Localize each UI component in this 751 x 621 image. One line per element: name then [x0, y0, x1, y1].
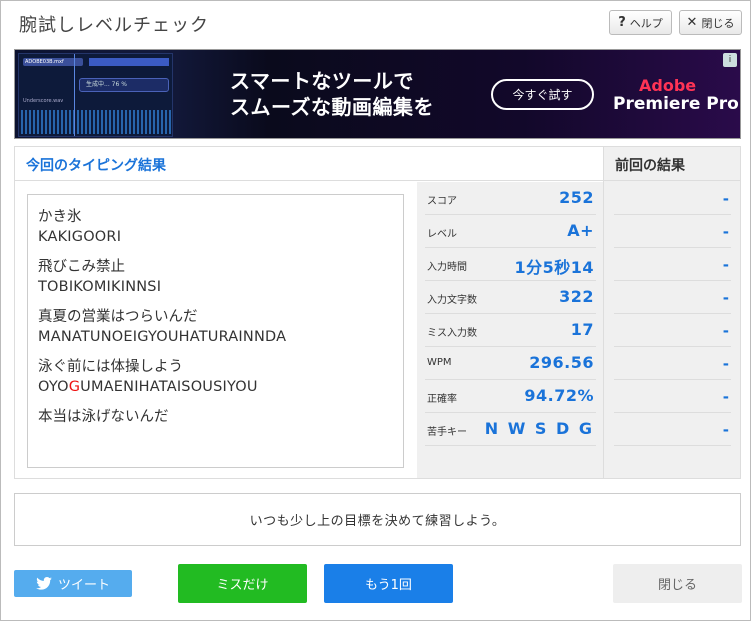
prev-value: - [722, 256, 729, 274]
previous-result-title: 前回の結果 [615, 158, 685, 174]
stat-value: 17 [570, 320, 594, 339]
prev-row: - [614, 215, 731, 248]
ad-headline: スマートなツールで スムーズな動画編集を [230, 68, 434, 120]
ad-brand-adobe: Adobe [639, 76, 697, 95]
stat-label: レベル [427, 229, 457, 240]
stat-value: 322 [559, 287, 594, 306]
stat-label: スコア [427, 196, 457, 207]
ad-headline-line1: スマートなツールで [230, 69, 414, 93]
ad-thumb-progress: 生成中... 76 % [79, 78, 169, 92]
close-header-button[interactable]: ✕ 閉じる [679, 10, 742, 35]
prev-row: - [614, 281, 731, 314]
prev-value: - [722, 322, 729, 340]
practice-misses-button[interactable]: ミスだけ [178, 564, 307, 603]
help-label: ヘルプ [629, 16, 663, 30]
question-icon: ? [618, 15, 626, 30]
word-romaji: OYOGUMAENIHATAISOUSIYOU [38, 377, 393, 397]
dialog-title: 腕試しレベルチェック [19, 15, 209, 36]
word-jp: 本当は泳げないんだ [38, 409, 169, 425]
prev-row: - [614, 314, 731, 347]
word-romaji: KAKIGOORI [38, 229, 122, 245]
stat-label: 入力時間 [427, 262, 467, 273]
tweet-button[interactable]: ツイート [14, 570, 132, 597]
prev-row: - [614, 380, 731, 413]
prev-value: - [722, 190, 729, 208]
prev-value: - [722, 421, 729, 439]
playhead-line [74, 54, 75, 136]
romaji-correct: OYO [38, 379, 69, 395]
stat-label: 苦手キー [427, 427, 467, 438]
ad-cta-button[interactable]: 今すぐ試す [491, 79, 594, 110]
word-jp: 真夏の営業はつらいんだ [38, 309, 198, 325]
romaji-correct: UMAENIHATAISOUSIYOU [80, 379, 258, 395]
stat-value: N W S D G [484, 419, 594, 438]
ad-thumb-progress-text: 生成中... [86, 81, 110, 88]
stat-row-weak-keys: 苦手キー N W S D G [425, 413, 596, 446]
stat-row-time: 入力時間 1分5秒14 [425, 248, 596, 281]
tweet-label: ツイート [57, 578, 110, 593]
stat-value: 252 [559, 188, 594, 207]
ad-headline-line2: スムーズな動画編集を [230, 95, 434, 119]
stat-row-wpm: WPM 296.56 [425, 347, 596, 380]
stat-label: 入力文字数 [427, 295, 477, 306]
advice-message: いつも少し上の目標を決めて練習しよう。 [14, 493, 741, 546]
prev-row: - [614, 413, 731, 446]
close-button[interactable]: 閉じる [613, 564, 742, 603]
prev-row: - [614, 248, 731, 281]
typed-words-list[interactable]: かき氷 KAKIGOORI 飛びこみ禁止 TOBIKOMIKINNSI 真夏の営… [27, 194, 404, 468]
result-panel: 今回のタイピング結果 かき氷 KAKIGOORI 飛びこみ禁止 TOBIKOMI… [14, 146, 741, 479]
stat-row-score: スコア 252 [425, 182, 596, 215]
stats-panel: スコア 252 レベル A+ 入力時間 1分5秒14 入力文字数 322 ミス入… [417, 182, 603, 478]
stat-value: 296.56 [529, 353, 594, 372]
ad-thumb-file [89, 58, 169, 66]
prev-value: - [722, 289, 729, 307]
close-header-label: 閉じる [701, 16, 735, 30]
ad-brand: Adobe Premiere Pro [613, 77, 739, 114]
twitter-bird-icon [36, 577, 52, 590]
stat-label: 正確率 [427, 394, 457, 405]
stat-row-misses: ミス入力数 17 [425, 314, 596, 347]
ad-info-icon[interactable]: i [723, 53, 737, 67]
result-dialog: 腕試しレベルチェック ? ヘルプ ✕ 閉じる 生成中... 76 % Under… [0, 0, 751, 621]
prev-value: - [722, 388, 729, 406]
stat-value: A+ [567, 221, 594, 240]
prev-value: - [722, 355, 729, 373]
prev-row: - [614, 347, 731, 380]
word-romaji: MANATUNOEIGYOUHATURAINNDA [38, 329, 287, 345]
stat-label: ミス入力数 [427, 328, 477, 339]
word-jp: かき氷 [38, 209, 82, 225]
retry-button[interactable]: もう1回 [324, 564, 453, 603]
waveform-graphic [21, 110, 171, 134]
stat-row-accuracy: 正確率 94.72% [425, 380, 596, 413]
previous-result-header: 前回の結果 [604, 147, 741, 181]
ad-thumb-track: Underscore.wav [23, 98, 64, 104]
ad-brand-product: Premiere Pro [613, 94, 739, 114]
previous-result-column: 前回の結果 - - - - - - - - [603, 147, 741, 478]
stat-value: 94.72% [524, 386, 594, 405]
stat-row-chars: 入力文字数 322 [425, 281, 596, 314]
stat-value: 1分5秒14 [514, 258, 594, 277]
stat-row-level: レベル A+ [425, 215, 596, 248]
current-result-title: 今回のタイピング結果 [26, 158, 166, 174]
romaji-miss-char: G [68, 379, 81, 395]
current-result-header: 今回のタイピング結果 [15, 147, 603, 181]
ad-banner[interactable]: 生成中... 76 % Underscore.wav ADOBE03B.mxf … [14, 49, 741, 139]
word-jp: 飛びこみ禁止 [38, 259, 125, 275]
word-jp: 泳ぐ前には体操しよう [38, 359, 183, 375]
close-icon: ✕ [686, 15, 698, 30]
prev-row: - [614, 182, 731, 215]
prev-value: - [722, 223, 729, 241]
help-button[interactable]: ? ヘルプ [609, 10, 672, 35]
ad-thumb-filename: ADOBE03B.mxf [25, 59, 64, 65]
ad-thumb-progress-pct: 76 % [111, 81, 127, 88]
word-romaji: TOBIKOMIKINNSI [38, 279, 162, 295]
stat-label: WPM [427, 357, 452, 368]
ad-thumbnail: 生成中... 76 % Underscore.wav ADOBE03B.mxf [18, 53, 173, 137]
